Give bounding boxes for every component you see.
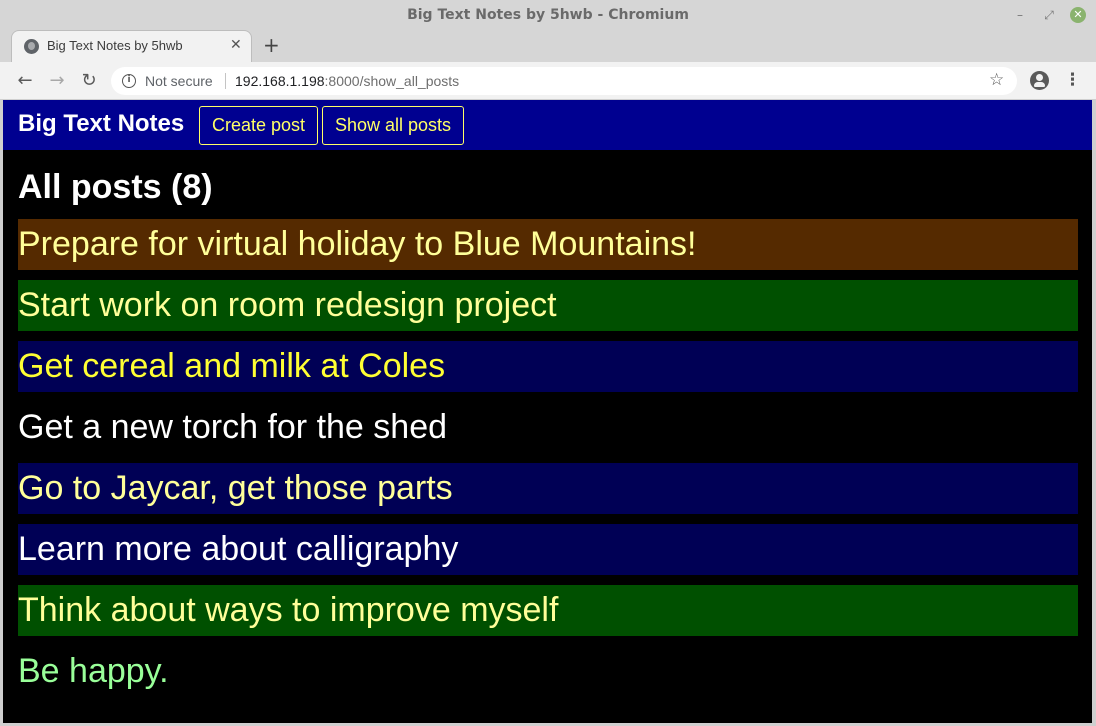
security-label: Not secure (145, 73, 213, 89)
url-path: :8000/show_all_posts (324, 73, 460, 89)
close-icon[interactable]: ✕ (1070, 7, 1086, 23)
info-icon[interactable]: i (122, 74, 136, 88)
forward-icon[interactable]: → (46, 70, 68, 92)
browser-toolbar: ← → ↻ i Not secure 192.168.1.198:8000/sh… (0, 62, 1096, 100)
post-item[interactable]: Be happy. (18, 646, 1078, 697)
post-item[interactable]: Think about ways to improve myself (18, 585, 1078, 636)
post-item[interactable]: Learn more about calligraphy (18, 524, 1078, 575)
url-host: 192.168.1.198 (235, 73, 325, 89)
address-bar[interactable]: i Not secure 192.168.1.198:8000/show_all… (111, 67, 1017, 95)
show-all-posts-button[interactable]: Show all posts (322, 106, 465, 145)
tab-close-icon[interactable]: ✕ (230, 37, 242, 53)
post-item[interactable]: Get a new torch for the shed (18, 402, 1078, 453)
more-menu-icon[interactable]: ⋮ (1064, 70, 1081, 90)
minimize-icon[interactable]: – (1011, 6, 1029, 24)
site-brand[interactable]: Big Text Notes (18, 110, 184, 138)
post-list: Prepare for virtual holiday to Blue Moun… (18, 219, 1078, 707)
omnibox-divider (225, 73, 226, 89)
page-title: All posts (8) (18, 168, 213, 206)
bookmark-star-icon[interactable]: ☆ (989, 70, 1004, 90)
post-item[interactable]: Prepare for virtual holiday to Blue Moun… (18, 219, 1078, 270)
globe-icon (24, 39, 39, 54)
back-icon[interactable]: ← (14, 70, 36, 92)
account-icon[interactable] (1030, 71, 1049, 90)
tab-title: Big Text Notes by 5hwb (47, 38, 183, 53)
post-item[interactable]: Start work on room redesign project (18, 280, 1078, 331)
maximize-icon[interactable]: ⤢ (1040, 6, 1058, 24)
browser-tab[interactable]: Big Text Notes by 5hwb ✕ (11, 30, 252, 62)
url-text[interactable]: 192.168.1.198:8000/show_all_posts (235, 73, 459, 89)
reload-icon[interactable]: ↻ (78, 70, 100, 92)
page-content: Big Text Notes Create post Show all post… (3, 100, 1092, 723)
site-navbar: Big Text Notes Create post Show all post… (3, 100, 1092, 150)
new-tab-icon[interactable]: + (263, 33, 280, 57)
post-item[interactable]: Go to Jaycar, get those parts (18, 463, 1078, 514)
post-item[interactable]: Get cereal and milk at Coles (18, 341, 1078, 392)
create-post-button[interactable]: Create post (199, 106, 319, 145)
window-titlebar: Big Text Notes by 5hwb - Chromium – ⤢ ✕ (0, 0, 1096, 30)
tab-strip: Big Text Notes by 5hwb ✕ + (0, 30, 1096, 62)
window-title: Big Text Notes by 5hwb - Chromium (407, 7, 689, 23)
